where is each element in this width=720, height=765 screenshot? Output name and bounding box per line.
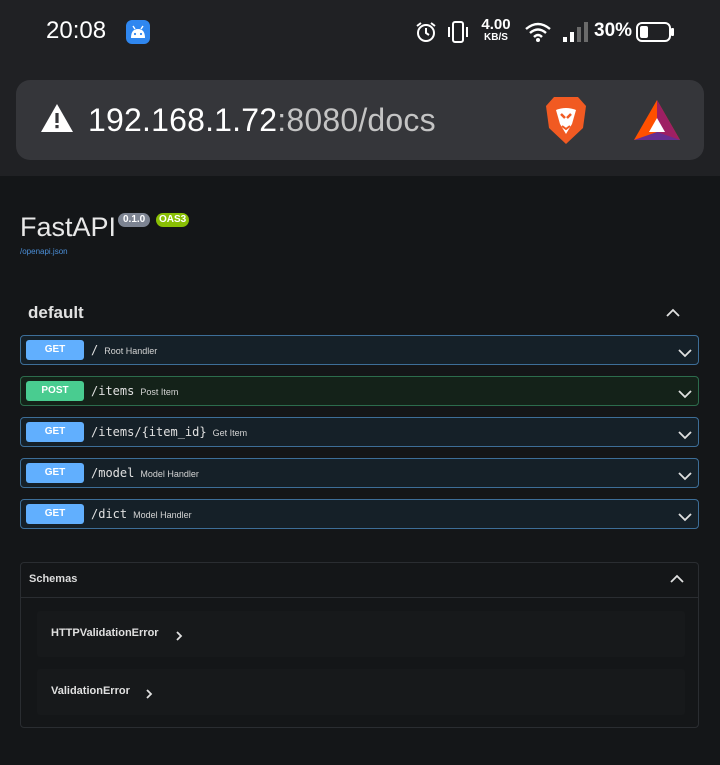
url-host: 192.168.1.72 — [88, 102, 278, 138]
operation-summary: Model Handler — [133, 510, 192, 520]
operation-path: /items/{item_id} Get Item — [91, 425, 247, 439]
chevron-up-icon[interactable] — [664, 306, 682, 324]
signal-icon — [561, 20, 589, 49]
operation-path: / Root Handler — [91, 343, 157, 357]
vibrate-icon — [446, 19, 470, 50]
method-badge: GET — [26, 340, 84, 360]
operation-path-text: /model — [91, 466, 135, 480]
battery-percent: 30% — [594, 20, 633, 41]
method-badge: GET — [26, 422, 84, 442]
chevron-down-icon[interactable] — [677, 509, 693, 527]
schema-name: HTTPValidationError — [51, 627, 159, 639]
schemas-section: Schemas HTTPValidationError ValidationEr… — [20, 562, 699, 728]
operation-get-root[interactable]: GET / Root Handler — [20, 335, 699, 365]
operation-path-text: /items — [91, 384, 135, 398]
status-time: 20:08 — [46, 17, 107, 44]
operation-summary: Model Handler — [140, 469, 199, 479]
not-secure-warning-icon[interactable] — [40, 102, 74, 139]
battery-icon — [636, 21, 676, 48]
brave-shields-icon[interactable] — [542, 94, 590, 151]
method-badge: GET — [26, 504, 84, 524]
operation-get-model[interactable]: GET /model Model Handler — [20, 458, 699, 488]
status-bar: 20:08 4.00 KB/S 30% — [0, 0, 720, 64]
operation-summary: Get Item — [212, 428, 248, 438]
chevron-down-icon[interactable] — [677, 386, 693, 404]
schemas-title[interactable]: Schemas — [29, 573, 77, 585]
browser-toolbar: 192.168.1.72:8080/docs — [0, 64, 720, 176]
method-badge: POST — [26, 381, 84, 401]
operation-get-dict[interactable]: GET /dict Model Handler — [20, 499, 699, 529]
chevron-down-icon[interactable] — [677, 345, 693, 363]
chevron-right-icon[interactable] — [175, 628, 183, 646]
operation-post-items[interactable]: POST /items Post Item — [20, 376, 699, 406]
schema-item-validationerror[interactable]: ValidationError — [37, 669, 685, 715]
alarm-icon — [414, 20, 438, 49]
operation-summary: Post Item — [140, 387, 179, 397]
schema-name: ValidationError — [51, 685, 130, 697]
section-title-default[interactable]: default — [28, 303, 84, 323]
chevron-right-icon[interactable] — [145, 686, 153, 704]
address-bar[interactable]: 192.168.1.72:8080/docs — [16, 80, 704, 160]
swagger-page: FastAPI 0.1.0 OAS3 /openapi.json default… — [0, 176, 720, 765]
oas-badge: OAS3 — [156, 213, 190, 227]
network-speed-unit: KB/S — [484, 32, 508, 43]
brave-rewards-icon[interactable] — [632, 98, 682, 147]
chevron-up-icon[interactable] — [669, 572, 685, 590]
app-notification-icon — [126, 20, 150, 44]
chevron-down-icon[interactable] — [677, 427, 693, 445]
openapi-json-link[interactable]: /openapi.json — [20, 247, 68, 256]
operation-path-text: /items/{item_id} — [91, 425, 207, 439]
page-title: FastAPI — [20, 212, 117, 242]
operation-get-item[interactable]: GET /items/{item_id} Get Item — [20, 417, 699, 447]
version-badge: 0.1.0 — [118, 213, 151, 227]
operation-summary: Root Handler — [104, 346, 158, 356]
operation-path-text: /dict — [91, 507, 128, 521]
operation-path: /items Post Item — [91, 384, 178, 398]
url-text[interactable]: 192.168.1.72:8080/docs — [88, 102, 436, 139]
url-port-path: :8080/docs — [277, 102, 436, 138]
operation-path: /model Model Handler — [91, 466, 199, 480]
divider — [21, 597, 698, 598]
operation-path-text: / — [91, 343, 99, 357]
network-speed: 4.00 KB/S — [479, 17, 513, 43]
chevron-down-icon[interactable] — [677, 468, 693, 486]
operation-path: /dict Model Handler — [91, 507, 192, 521]
wifi-icon — [524, 21, 552, 48]
method-badge: GET — [26, 463, 84, 483]
schema-item-httpvalidationerror[interactable]: HTTPValidationError — [37, 611, 685, 657]
network-speed-value: 4.00 — [481, 16, 511, 33]
